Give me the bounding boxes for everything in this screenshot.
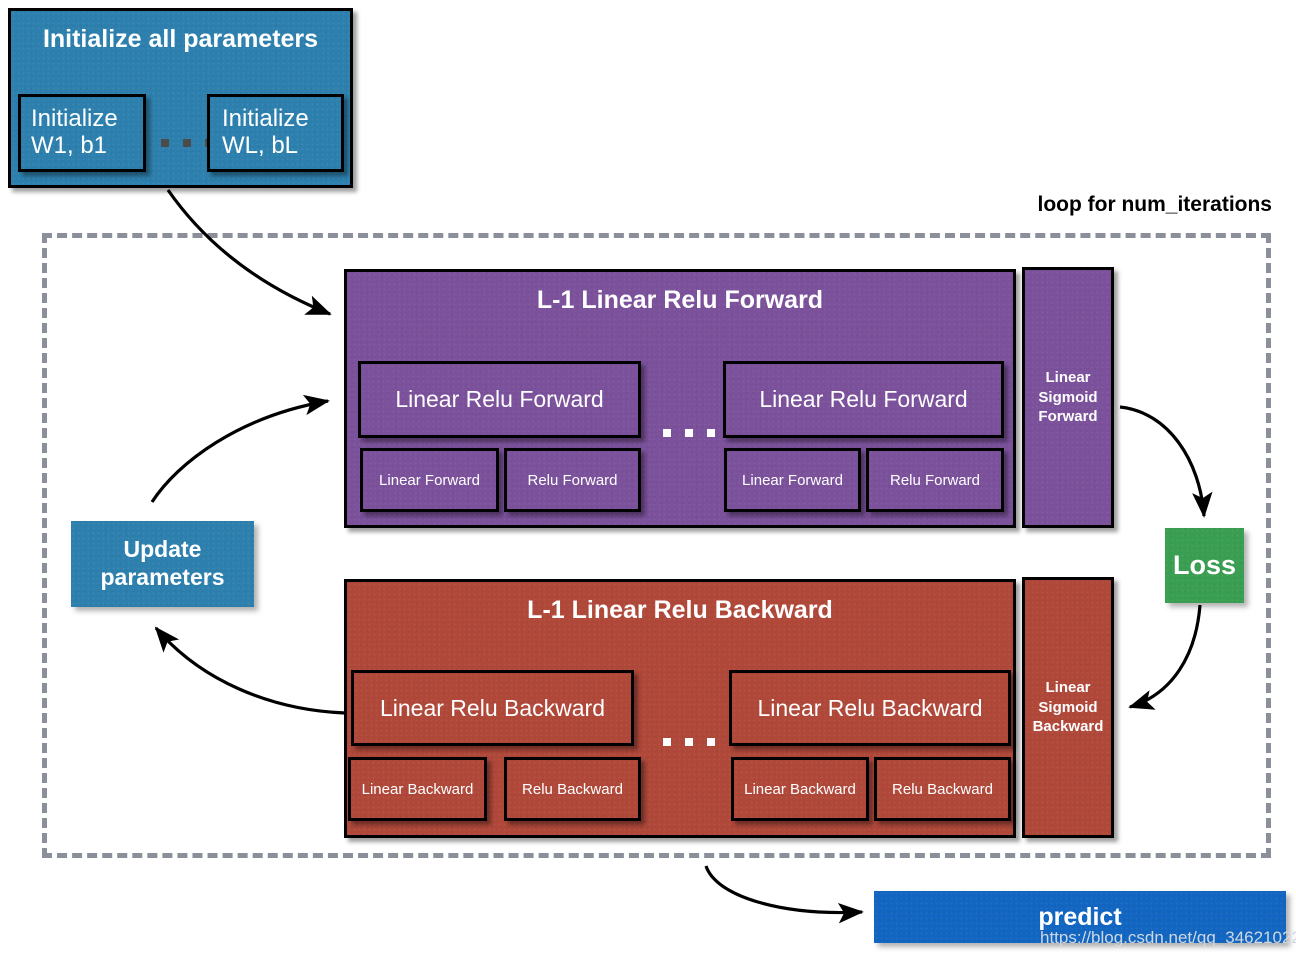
linear-sigmoid-forward-line2: Sigmoid: [1038, 388, 1098, 406]
initialize-ellipsis: [161, 139, 213, 147]
initialize-w1-b1-line1: Initialize: [31, 105, 118, 133]
diagram-canvas: Initialize all parameters Initialize W1,…: [0, 0, 1296, 960]
initialize-w1-b1-line2: W1, b1: [31, 132, 108, 159]
relu-forward-box-2-label: Relu Forward: [889, 471, 981, 489]
relu-backward-box-1-label: Relu Backward: [522, 780, 623, 798]
relu-forward-box-2[interactable]: Relu Forward: [866, 448, 1004, 512]
linear-forward-box-2[interactable]: Linear Forward: [724, 448, 861, 512]
linear-sigmoid-forward-box[interactable]: Linear Sigmoid Forward: [1022, 267, 1114, 528]
linear-sigmoid-backward-box[interactable]: Linear Sigmoid Backward: [1022, 577, 1114, 838]
relu-backward-box-2[interactable]: Relu Backward: [874, 757, 1011, 821]
forward-ellipsis: [663, 429, 715, 437]
forward-container-title: L-1 Linear Relu Forward: [536, 286, 824, 314]
linear-forward-box-2-label: Linear Forward: [742, 471, 843, 489]
backward-ellipsis: [663, 738, 715, 746]
linear-backward-box-1-label: Linear Backward: [361, 780, 474, 798]
linear-relu-backward-block-2-label: Linear Relu Backward: [757, 694, 983, 721]
linear-backward-box-2-label: Linear Backward: [744, 780, 856, 798]
linear-relu-forward-block-1-label: Linear Relu Forward: [395, 386, 604, 412]
linear-sigmoid-forward-line1: Linear: [1045, 369, 1091, 387]
initialize-wl-bl-line2: WL, bL: [222, 132, 299, 159]
arrow-loop-to-predict: [704, 865, 864, 924]
initialize-w1-b1-box[interactable]: Initialize W1, b1: [18, 94, 146, 172]
linear-relu-forward-block-1[interactable]: Linear Relu Forward: [358, 361, 641, 438]
linear-sigmoid-backward-line2: Sigmoid: [1038, 698, 1098, 716]
initialize-all-parameters-title: Initialize all parameters: [42, 25, 319, 53]
relu-forward-box-1-label: Relu Forward: [527, 471, 618, 489]
linear-relu-backward-block-2[interactable]: Linear Relu Backward: [729, 670, 1011, 746]
relu-forward-box-1[interactable]: Relu Forward: [504, 448, 641, 512]
linear-relu-backward-block-1[interactable]: Linear Relu Backward: [351, 670, 634, 746]
loss-box[interactable]: Loss: [1165, 528, 1244, 603]
linear-backward-box-1[interactable]: Linear Backward: [348, 757, 487, 821]
update-parameters-line2: parameters: [100, 564, 225, 590]
linear-sigmoid-backward-line1: Linear: [1045, 679, 1091, 697]
linear-sigmoid-forward-line3: Forward: [1038, 408, 1098, 426]
backward-container-title: L-1 Linear Relu Backward: [527, 596, 833, 624]
linear-forward-box-1[interactable]: Linear Forward: [360, 448, 499, 512]
linear-backward-box-2[interactable]: Linear Backward: [731, 757, 869, 821]
update-parameters-line1: Update: [123, 536, 202, 563]
loop-label: loop for num_iterations: [1037, 193, 1272, 216]
linear-sigmoid-backward-line3: Backward: [1032, 718, 1104, 736]
watermark: https://blog.csdn.net/qq_34621022: [1040, 928, 1296, 947]
linear-relu-backward-block-1-label: Linear Relu Backward: [379, 694, 605, 721]
relu-backward-box-2-label: Relu Backward: [892, 780, 993, 798]
initialize-wl-bl-box[interactable]: Initialize WL, bL: [207, 94, 344, 172]
relu-backward-box-1[interactable]: Relu Backward: [504, 757, 641, 821]
linear-forward-box-1-label: Linear Forward: [379, 471, 480, 489]
linear-relu-forward-block-2-label: Linear Relu Forward: [759, 386, 968, 412]
initialize-wl-bl-line1: Initialize: [222, 105, 309, 133]
loss-label: Loss: [1172, 550, 1237, 580]
linear-relu-forward-block-2[interactable]: Linear Relu Forward: [723, 361, 1004, 438]
update-parameters-box[interactable]: Update parameters: [71, 521, 254, 607]
